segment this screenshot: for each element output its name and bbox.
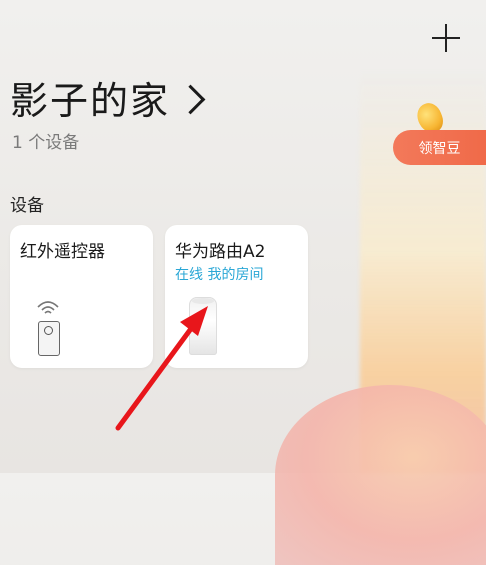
background-blob — [275, 385, 486, 565]
claim-beans-label: 领智豆 — [418, 140, 461, 157]
section-title: 设备 — [10, 196, 44, 216]
add-device-button[interactable] — [430, 22, 462, 54]
device-status: 在线 我的房间 — [175, 267, 264, 283]
claim-beans-button[interactable]: 领智豆 — [393, 130, 486, 165]
device-card-router[interactable]: 华为路由A2 在线 我的房间 — [165, 225, 308, 368]
device-name: 红外遥控器 — [20, 242, 105, 262]
device-card-remote[interactable]: 红外遥控器 — [10, 225, 153, 368]
home-selector[interactable]: 影子的家 — [10, 70, 206, 125]
chevron-right-icon — [175, 84, 206, 115]
remote-control-icon — [37, 295, 68, 356]
home-title: 影子的家 — [10, 79, 171, 123]
reward-widget[interactable]: 领智豆 — [393, 99, 486, 165]
router-icon — [189, 297, 217, 355]
device-count: 1 个设备 — [12, 133, 80, 153]
device-name: 华为路由A2 — [175, 242, 266, 262]
